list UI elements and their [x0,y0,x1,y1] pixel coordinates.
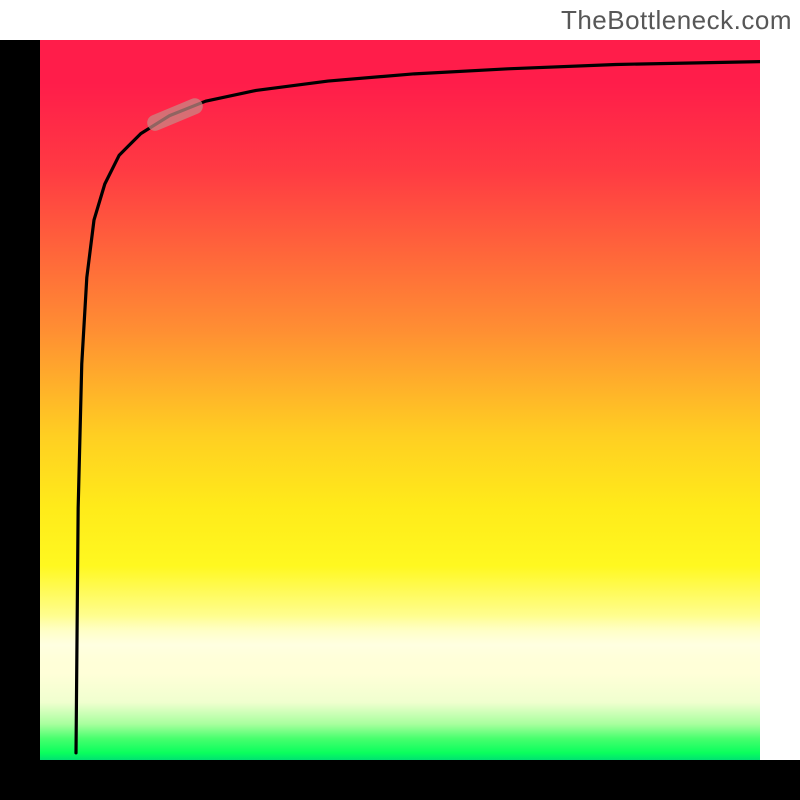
plot-area [40,40,760,760]
chart-frame: TheBottleneck.com [0,0,800,800]
curve-marker [155,106,195,123]
watermark-text: TheBottleneck.com [561,0,792,40]
x-axis-bar [0,760,800,800]
curve-svg [40,40,760,760]
bottleneck-curve [76,62,760,753]
y-axis-bar [0,40,40,760]
